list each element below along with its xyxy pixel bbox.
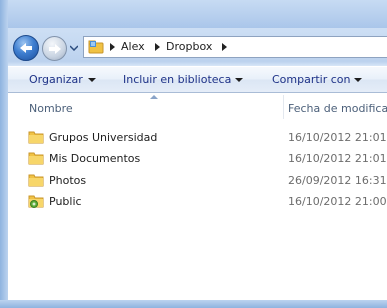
file-name: Grupos Universidad xyxy=(49,131,158,144)
list-item[interactable]: Mis Documentos 16/10/2012 21:01 xyxy=(8,148,387,169)
chevron-down-icon xyxy=(70,45,78,51)
organize-menu[interactable]: Organizar xyxy=(29,73,83,86)
recent-pages-dropdown[interactable] xyxy=(69,42,79,54)
list-item[interactable]: Photos 26/09/2012 16:31 xyxy=(8,170,387,191)
breadcrumb-separator-icon[interactable] xyxy=(155,43,160,51)
arrow-left-icon xyxy=(20,43,32,53)
column-header-date[interactable]: Fecha de modifica xyxy=(288,102,387,115)
breadcrumb-alex[interactable]: Alex xyxy=(121,40,145,53)
dropbox-folder-icon xyxy=(88,40,104,54)
chevron-down-icon xyxy=(235,78,243,82)
breadcrumb-separator-icon[interactable] xyxy=(222,43,227,51)
folder-icon xyxy=(28,131,44,144)
breadcrumb-dropbox[interactable]: Dropbox xyxy=(166,40,212,53)
explorer-window: Alex Dropbox Organizar Incluir en biblio… xyxy=(0,0,387,308)
sort-ascending-icon xyxy=(150,95,158,99)
file-date: 16/10/2012 21:01 xyxy=(288,152,387,165)
include-library-menu[interactable]: Incluir en biblioteca xyxy=(123,73,231,86)
file-name: Mis Documentos xyxy=(49,152,141,165)
address-bar[interactable]: Alex Dropbox xyxy=(83,36,387,58)
arrow-right-icon xyxy=(48,43,61,54)
folder-icon xyxy=(28,174,44,187)
chevron-down-icon xyxy=(354,78,362,82)
share-with-menu[interactable]: Compartir con xyxy=(272,73,351,86)
breadcrumb-separator-icon[interactable] xyxy=(110,43,115,51)
command-bar: Organizar Incluir en biblioteca Comparti… xyxy=(8,66,387,93)
file-date: 16/10/2012 21:00 xyxy=(288,195,387,208)
file-name: Public xyxy=(49,195,82,208)
forward-button[interactable] xyxy=(42,36,67,61)
list-item[interactable]: Public 16/10/2012 21:00 xyxy=(8,191,387,212)
file-list: Nombre Fecha de modifica Grupos Universi… xyxy=(8,93,387,300)
file-name: Photos xyxy=(49,174,87,187)
list-item[interactable]: Grupos Universidad 16/10/2012 21:01 xyxy=(8,127,387,148)
column-header-name[interactable]: Nombre xyxy=(29,102,73,115)
shared-folder-icon xyxy=(28,195,44,208)
window-frame-bottom xyxy=(0,300,387,308)
chevron-down-icon xyxy=(88,78,96,82)
column-divider[interactable] xyxy=(283,95,284,119)
file-date: 26/09/2012 16:31 xyxy=(288,174,387,187)
column-header-row: Nombre Fecha de modifica xyxy=(8,93,387,121)
back-button[interactable] xyxy=(13,35,39,61)
window-frame-left xyxy=(0,0,8,308)
folder-icon xyxy=(28,152,44,165)
file-date: 16/10/2012 21:01 xyxy=(288,131,387,144)
